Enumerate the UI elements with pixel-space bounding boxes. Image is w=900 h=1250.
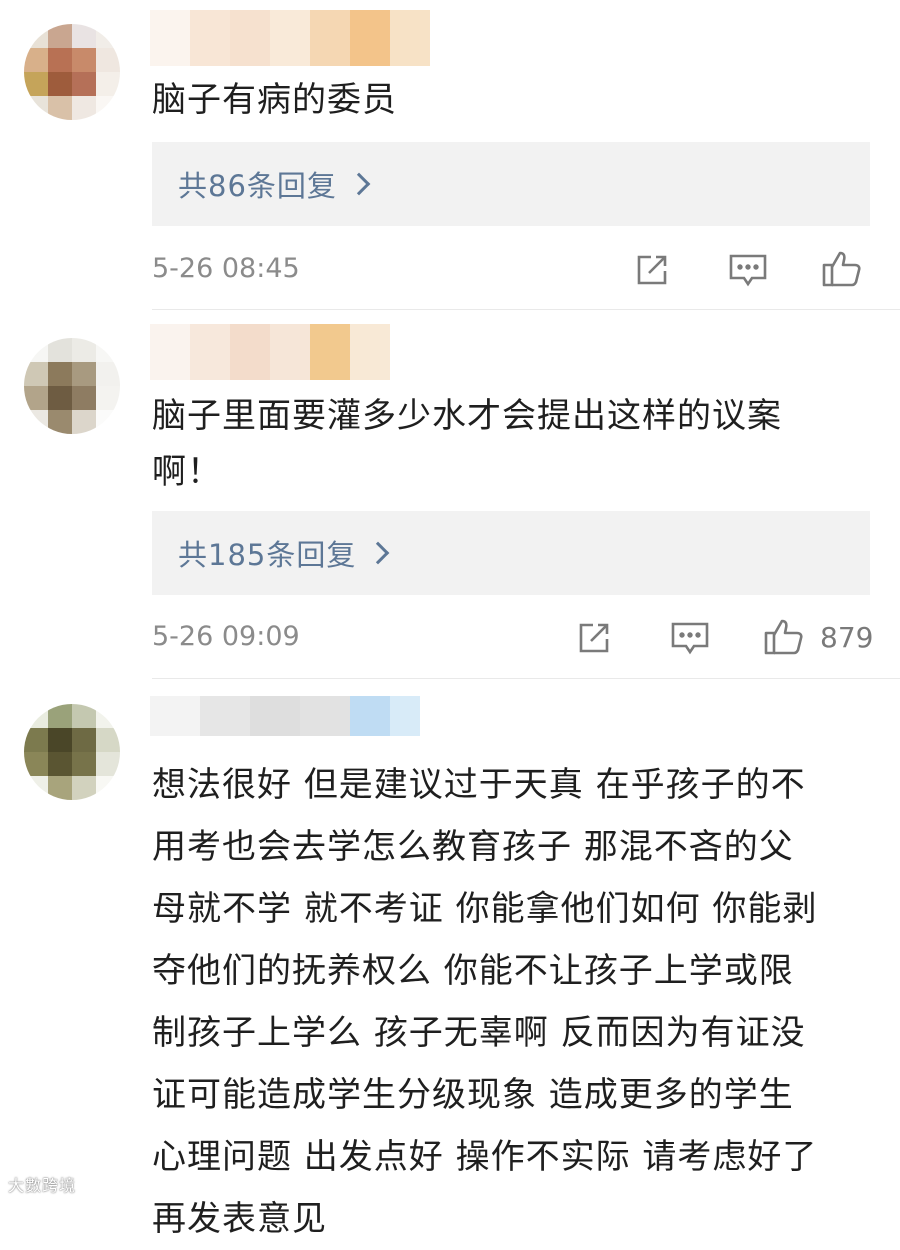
comment-text: 脑子有病的委员	[152, 72, 872, 128]
comment-text: 脑子里面要灌多少水才会提出这样的议案 啊！	[152, 388, 872, 500]
avatar[interactable]	[24, 704, 120, 800]
share-icon	[637, 255, 667, 285]
divider	[152, 678, 900, 679]
comment-icon	[729, 254, 767, 287]
comment-icon	[671, 622, 709, 655]
comment-line: 脑子里面要灌多少水才会提出这样的议案	[152, 396, 782, 436]
like-button[interactable]	[762, 614, 806, 658]
username[interactable]	[150, 324, 390, 380]
comment-item: 想法很好 但是建议过于天真 在乎孩子的不 用考也会去学怎么教育孩子 那混不吝的父…	[0, 680, 900, 1239]
watermark: 大數跨境	[8, 1176, 77, 1195]
reply-count-label: 共185条回复	[178, 538, 357, 572]
view-replies-button[interactable]: 共86条回复	[152, 142, 870, 226]
comment-line: 再发表意见	[152, 1199, 327, 1239]
comment-line: 母就不学 就不考证 你能拿他们如何 你能剥	[152, 889, 818, 929]
share-button[interactable]	[632, 250, 672, 290]
comment-text: 想法很好 但是建议过于天真 在乎孩子的不 用考也会去学怎么教育孩子 那混不吝的父…	[152, 754, 872, 1250]
comment-line: 啊！	[152, 452, 222, 492]
comment-line: 用考也会去学怎么教育孩子 那混不吝的父	[152, 827, 794, 867]
share-button[interactable]	[574, 618, 614, 658]
chevron-right-icon	[347, 172, 371, 196]
chevron-right-icon	[367, 541, 390, 565]
reply-button[interactable]	[668, 618, 712, 658]
thumbs-up-icon	[822, 251, 861, 287]
comment-item: 脑子有病的委员 共86条回复 5-26 08:45	[0, 0, 900, 310]
avatar[interactable]	[24, 338, 120, 434]
like-button[interactable]	[820, 246, 864, 290]
username[interactable]	[150, 10, 430, 66]
comment-line: 脑子有病的委员	[152, 80, 397, 120]
comment-line: 证可能造成学生分级现象 造成更多的学生	[152, 1075, 794, 1115]
comment-timestamp: 5-26 09:09	[152, 621, 300, 652]
avatar[interactable]	[24, 24, 120, 120]
view-replies-button[interactable]: 共185条回复	[152, 511, 870, 595]
comment-item: 脑子里面要灌多少水才会提出这样的议案 啊！ 共185条回复 5-26 09:09…	[0, 310, 900, 680]
username[interactable]	[150, 696, 420, 736]
reply-button[interactable]	[726, 250, 770, 290]
comment-line: 心理问题 出发点好 操作不实际 请考虑好了	[152, 1137, 818, 1177]
reply-count-label: 共86条回复	[178, 169, 337, 203]
comment-line: 夺他们的抚养权么 你能不让孩子上学或限	[152, 951, 794, 991]
comment-timestamp: 5-26 08:45	[152, 253, 300, 284]
like-count: 879	[820, 621, 874, 654]
comment-line: 想法很好 但是建议过于天真 在乎孩子的不	[152, 765, 806, 805]
comment-line: 制孩子上学么 孩子无辜啊 反而因为有证没	[152, 1013, 806, 1053]
share-icon	[579, 623, 609, 653]
thumbs-up-icon	[764, 619, 803, 655]
